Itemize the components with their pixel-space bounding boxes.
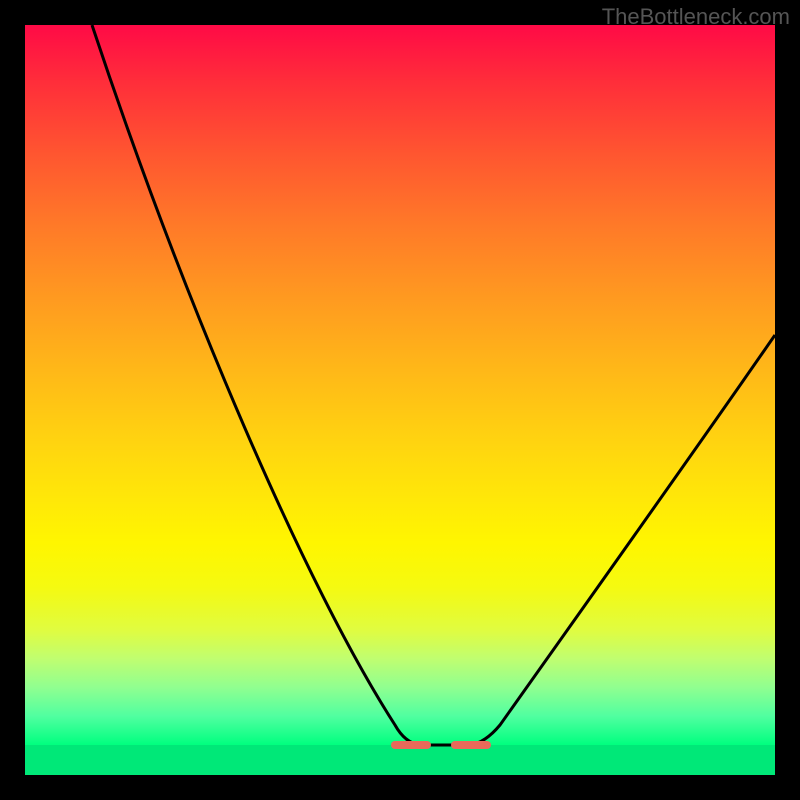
watermark-text: TheBottleneck.com [602,4,790,30]
bottleneck-curve [92,25,775,745]
chart-curve-svg [25,25,775,775]
flat-marker-right [451,741,491,749]
chart-frame [25,25,775,775]
flat-marker-left [391,741,431,749]
